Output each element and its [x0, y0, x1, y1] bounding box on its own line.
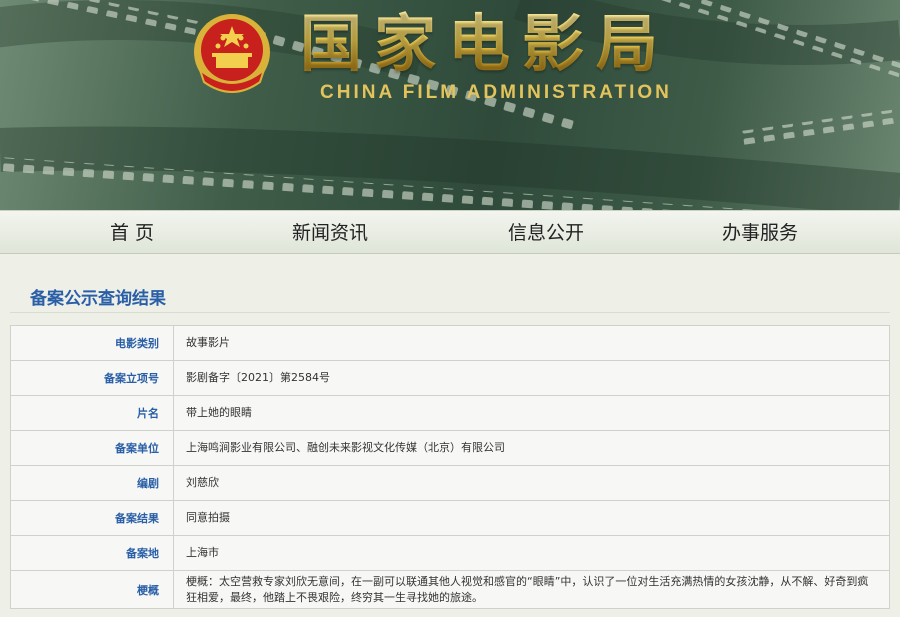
header-banner: 国家电影局 CHINA FILM ADMINISTRATION	[0, 0, 900, 210]
site-title-chinese: 国家电影局	[300, 4, 670, 84]
row-value: 上海鸣涧影业有限公司、融创未来影视文化传媒（北京）有限公司	[173, 430, 890, 466]
nav-item-info-disclosure[interactable]: 信息公开	[476, 211, 616, 255]
row-value: 同意拍摄	[173, 500, 890, 536]
row-label: 备案单位	[10, 430, 174, 466]
row-value: 故事影片	[173, 325, 890, 361]
row-label: 梗概	[10, 570, 174, 609]
synopsis-text: 梗概：太空营救专家刘欣无意间，在一副可以联通其他人视觉和感官的“眼睛”中，认识了…	[173, 570, 890, 609]
section-divider	[10, 312, 890, 313]
row-label: 备案地	[10, 535, 174, 571]
main-nav: 首 页 新闻资讯 信息公开 办事服务	[0, 210, 900, 254]
table-row: 备案单位 上海鸣涧影业有限公司、融创未来影视文化传媒（北京）有限公司	[10, 430, 890, 466]
filing-result-table: 电影类别 故事影片 备案立项号 影剧备字〔2021〕第2584号 片名 带上她的…	[10, 325, 890, 609]
site-title-english: CHINA FILM ADMINISTRATION	[320, 82, 672, 103]
table-row: 片名 带上她的眼睛	[10, 395, 890, 431]
row-label: 电影类别	[10, 325, 174, 361]
table-row: 编剧 刘慈欣	[10, 465, 890, 501]
row-value: 刘慈欣	[173, 465, 890, 501]
national-emblem-icon	[194, 14, 270, 93]
row-label: 编剧	[10, 465, 174, 501]
table-row: 电影类别 故事影片	[10, 325, 890, 361]
row-value: 影剧备字〔2021〕第2584号	[173, 360, 890, 396]
row-value: 带上她的眼睛	[173, 395, 890, 431]
nav-item-news[interactable]: 新闻资讯	[260, 211, 400, 255]
table-row: 梗概 梗概：太空营救专家刘欣无意间，在一副可以联通其他人视觉和感官的“眼睛”中，…	[10, 570, 890, 609]
nav-item-home[interactable]: 首 页	[62, 211, 202, 255]
table-row: 备案立项号 影剧备字〔2021〕第2584号	[10, 360, 890, 396]
row-label: 片名	[10, 395, 174, 431]
row-label: 备案结果	[10, 500, 174, 536]
row-label: 备案立项号	[10, 360, 174, 396]
table-row: 备案地 上海市	[10, 535, 890, 571]
table-row: 备案结果 同意拍摄	[10, 500, 890, 536]
row-value: 上海市	[173, 535, 890, 571]
nav-item-services[interactable]: 办事服务	[690, 211, 830, 255]
section-title: 备案公示查询结果	[30, 289, 166, 309]
